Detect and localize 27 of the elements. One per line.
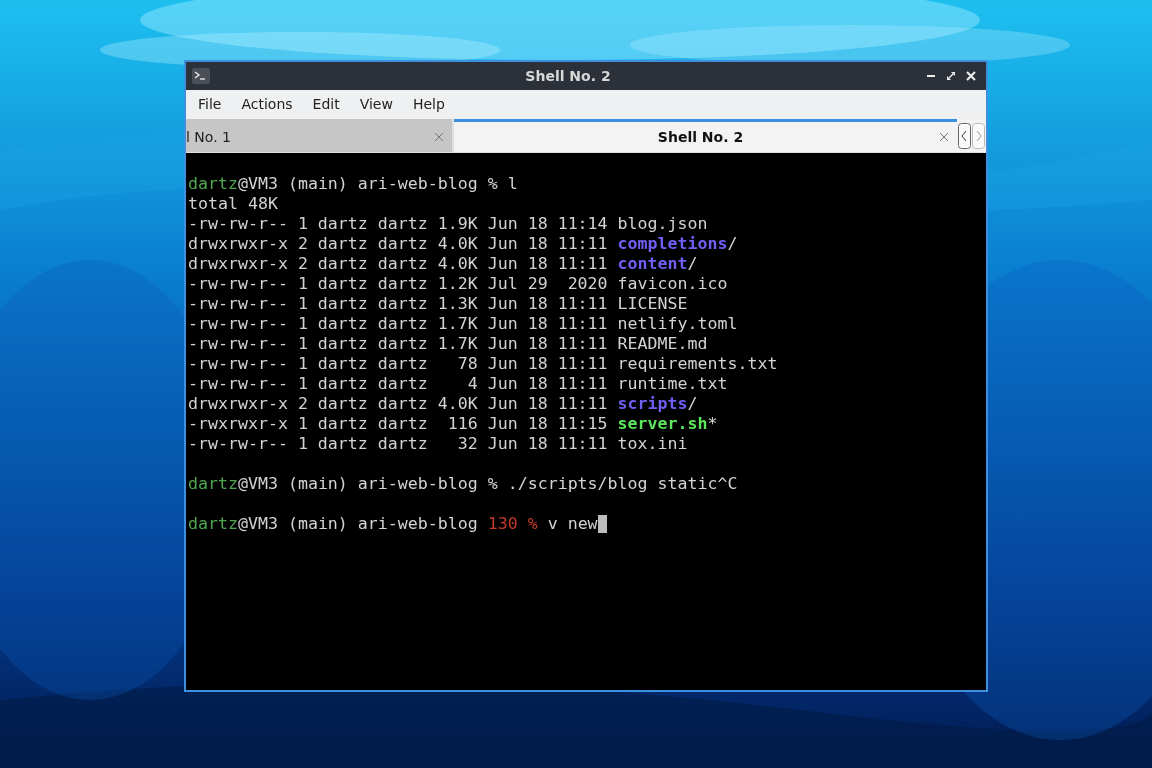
terminal-line: -rw-rw-r-- 1 dartz dartz 1.3K Jun 18 11:11 LICENSE: [188, 294, 688, 314]
menu-item[interactable]: View: [351, 94, 401, 115]
terminal-line: -rwxrwxr-x 1 dartz dartz 116 Jun 18 11:15 server.sh*: [188, 414, 718, 434]
terminal-line: -rw-rw-r-- 1 dartz dartz 78 Jun 18 11:11 requirements.txt: [188, 354, 778, 374]
menu-item[interactable]: Help: [404, 94, 453, 115]
terminal-line: dartz@VM3 (main) ari-web-blog % l: [188, 174, 518, 194]
chevron-left-icon[interactable]: [958, 122, 971, 149]
menu-item[interactable]: Actions: [233, 94, 301, 115]
menu-item[interactable]: Edit: [304, 94, 348, 115]
terminal-line: -rw-rw-r-- 1 dartz dartz 32 Jun 18 11:11 tox.ini: [188, 434, 688, 454]
terminal-line: total 48K: [188, 194, 278, 214]
terminal-icon: [192, 68, 210, 84]
menu-item[interactable]: File: [190, 94, 230, 115]
terminal-line: dartz@VM3 (main) ari-web-blog 130 % v new: [188, 514, 607, 534]
terminal-line: -rw-rw-r-- 1 dartz dartz 1.2K Jul 29 2020 favicon.ico: [188, 274, 728, 294]
terminal-line: -rw-rw-r-- 1 dartz dartz 1.7K Jun 18 11:11 README.md: [188, 334, 708, 354]
terminal-line: dartz@VM3 (main) ari-web-blog % ./scripts/blog static^C: [188, 474, 738, 494]
window-title: Shell No. 2: [524, 66, 612, 86]
terminal-line: drwxrwxr-x 2 dartz dartz 4.0K Jun 18 11:11 content/: [188, 254, 698, 274]
terminal-line: -rw-rw-r-- 1 dartz dartz 1.7K Jun 18 11:11 netlify.toml: [188, 314, 738, 334]
terminal-line: drwxrwxr-x 2 dartz dartz 4.0K Jun 18 11:11 scripts/: [188, 394, 698, 414]
terminal-line: drwxrwxr-x 2 dartz dartz 4.0K Jun 18 11:11 completions/: [188, 234, 738, 254]
terminal-line: -rw-rw-r-- 1 dartz dartz 4 Jun 18 11:11 runtime.txt: [188, 374, 728, 394]
terminal-line: -rw-rw-r-- 1 dartz dartz 1.9K Jun 18 11:14 blog.json: [188, 214, 708, 234]
tab[interactable]: l No. 1: [186, 119, 452, 152]
maximize-icon[interactable]: [946, 71, 956, 81]
tab[interactable]: Shell No. 2: [454, 119, 957, 152]
